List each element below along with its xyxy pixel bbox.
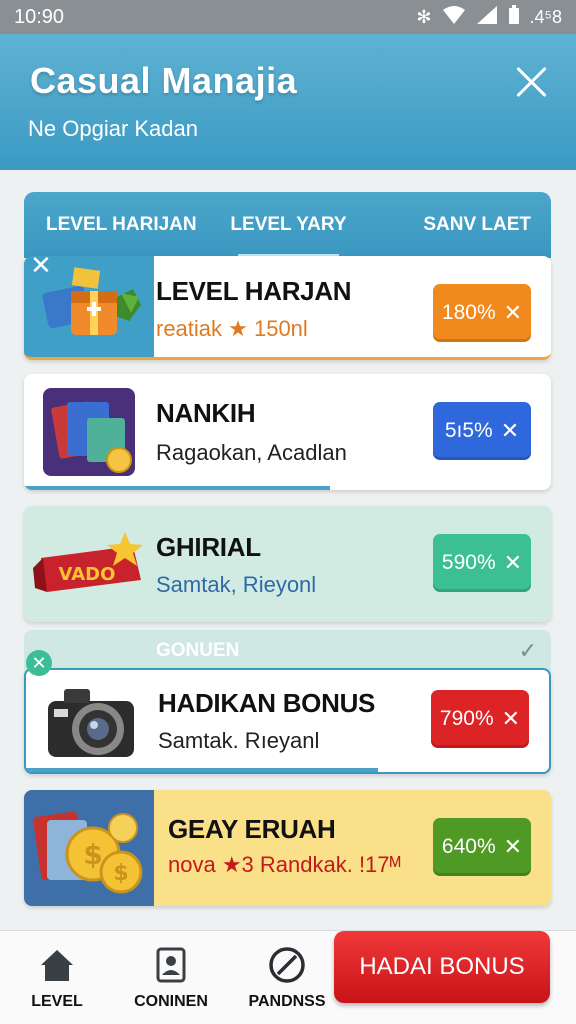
status-bar: 10:90 ✻ .4⁵8 (0, 0, 576, 34)
battery-level: .4⁵8 (529, 6, 562, 27)
reward-card-nankih[interactable]: NANKIH Ragaokan, Acadlan 5ı5% ✕ (24, 374, 551, 490)
badge-value: 640% (441, 835, 496, 858)
badge-value: 5ı5% (444, 419, 493, 442)
cards-coins-icon (24, 374, 154, 490)
tab-sanv-laet[interactable]: SANV LAET (369, 192, 551, 258)
tab-bar: LEVEL HARIJAN LEVEL YARY SANV LAET (24, 192, 551, 258)
card-title: GEAY ERUAH (168, 814, 336, 844)
profile-card-icon (156, 947, 186, 983)
tab-level-harijan[interactable]: LEVEL HARIJAN (24, 192, 208, 258)
page-title: Casual Manajia (30, 60, 298, 101)
main-content: LEVEL HARIJAN LEVEL YARY SANV LAET LEVEL… (0, 170, 576, 930)
close-icon: ✕ (503, 834, 523, 859)
section-label: GONUEN (156, 640, 240, 661)
svg-text:$: $ (113, 861, 128, 886)
bluetooth-icon: ✻ (416, 6, 432, 27)
svg-text:VADO: VADO (59, 564, 116, 585)
percent-badge[interactable]: 590% ✕ (433, 534, 531, 592)
card-subtitle: Samtak. Rıeyanl (158, 728, 320, 753)
svg-text:$: $ (83, 838, 102, 871)
badge-value: 180% (441, 301, 496, 324)
nav-label: PANDNSS (248, 993, 326, 1010)
home-icon (41, 950, 73, 981)
close-icon[interactable] (514, 64, 548, 98)
card-title: LEVEL HARJAN (156, 276, 352, 306)
page-subtitle: Ne Opgiar Kadan (28, 116, 198, 141)
gold-coins-icon: $ $ (24, 790, 154, 906)
card-subtitle: reatiak ★ 150nl (156, 316, 308, 341)
dismiss-icon[interactable]: ✕ (26, 650, 52, 676)
ribbon-star-icon: VADO (24, 506, 154, 622)
percent-badge[interactable]: 790% ✕ (431, 690, 529, 748)
battery-icon (508, 4, 520, 30)
close-icon: ✕ (503, 300, 523, 325)
card-title: GHIRIAL (156, 532, 261, 562)
status-time: 10:90 (14, 5, 65, 28)
signal-icon (476, 5, 498, 30)
nav-item-pandnss[interactable]: PANDNSS (232, 945, 342, 1011)
close-icon: ✕ (503, 550, 523, 575)
percent-badge[interactable]: 640% ✕ (433, 818, 531, 876)
card-subtitle: Ragaokan, Acadlan (156, 440, 347, 465)
reward-card-level-harjan[interactable]: LEVEL HARJAN reatiak ★ 150nl 180% ✕ (24, 256, 551, 360)
nav-item-coninen[interactable]: CONINEN (116, 945, 226, 1011)
progress-bar (24, 486, 330, 490)
card-subtitle: nova ★3 Randkak. !17ᴹ (168, 852, 401, 877)
reward-card-ghirial[interactable]: VADO GHIRIAL Samtak, Rieyonl 590% ✕ (24, 506, 551, 622)
status-icons: ✻ .4⁵8 (416, 4, 562, 30)
card-title: HADIKAN BONUS (158, 688, 376, 718)
percent-badge[interactable]: 5ı5% ✕ (433, 402, 531, 460)
progress-bar (26, 768, 378, 772)
badge-value: 790% (439, 707, 494, 730)
camera-icon (26, 670, 156, 772)
check-icon: ✓ (518, 638, 537, 663)
close-icon: ✕ (501, 706, 521, 731)
reward-card-geay-eruah[interactable]: $ $ GEAY ERUAH nova ★3 Randkak. !17ᴹ 640… (24, 790, 551, 906)
nav-label: CONINEN (134, 993, 208, 1010)
card-subtitle: Samtak, Rieyonl (156, 572, 317, 597)
bottom-nav: LEVEL CONINEN PANDNSS HADAI BONUS (0, 930, 576, 1024)
tab-level-yary[interactable]: LEVEL YARY (208, 192, 370, 258)
badge-value: 590% (441, 551, 496, 574)
no-entry-icon (269, 947, 305, 983)
percent-badge[interactable]: 180% ✕ (433, 284, 531, 342)
card-title: NANKIH (156, 398, 256, 428)
close-icon: ✕ (500, 418, 520, 443)
nav-item-level[interactable]: LEVEL (2, 945, 112, 1011)
reward-card-hadikan-bonus[interactable]: HADIKAN BONUS Samtak. Rıeyanl 790% ✕ (24, 668, 551, 774)
dismiss-icon[interactable]: ✕ (30, 250, 52, 281)
bonus-button[interactable]: HADAI BONUS (334, 931, 550, 1003)
nav-label: LEVEL (31, 993, 83, 1010)
app-header: Casual Manajia Ne Opgiar Kadan (0, 34, 576, 170)
wifi-icon (442, 5, 466, 30)
